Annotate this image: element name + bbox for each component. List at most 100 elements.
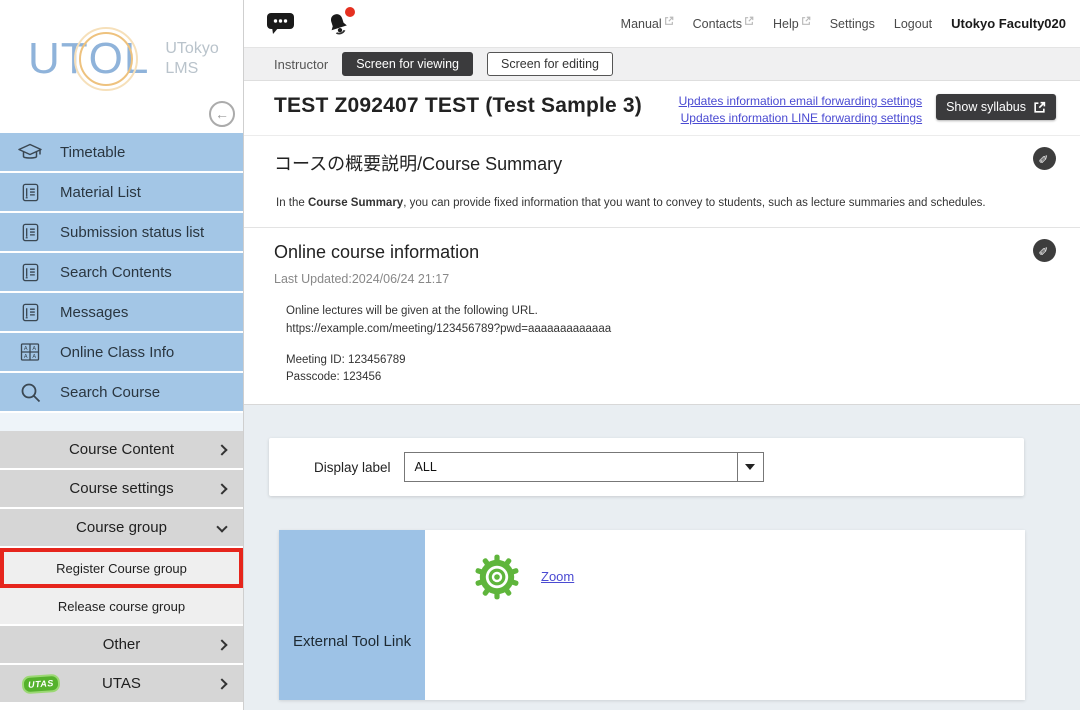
course-content-area: Display label ALL External Tool Link: [244, 405, 1080, 710]
sidebar-item-label: Course group: [76, 519, 167, 536]
online-info-line: Online lectures will be given at the fol…: [286, 303, 1050, 321]
sidebar-gap: [0, 413, 243, 431]
edit-course-summary-button[interactable]: ✎: [1033, 147, 1056, 170]
online-meeting-url: https://example.com/meeting/123456789?pw…: [286, 321, 1050, 339]
external-link-icon: [801, 16, 811, 26]
sidebar-item-search-course[interactable]: Search Course: [0, 373, 243, 413]
external-tool-link-content: Zoom: [425, 530, 1025, 700]
sidebar-item-label: Register Course group: [56, 561, 187, 576]
external-tool-link-label: External Tool Link: [279, 633, 425, 650]
select-dropdown-arrow[interactable]: [737, 453, 763, 481]
logout-link[interactable]: Logout: [894, 17, 932, 31]
sidebar-item-utas[interactable]: UTAS UTAS: [0, 665, 243, 704]
course-title: TEST Z092407 TEST (Test Sample 3): [274, 94, 679, 118]
top-bar: Manual Contacts Help Settings Logout Uto…: [244, 0, 1080, 48]
screen-mode-bar: Instructor Screen for viewing Screen for…: [244, 48, 1080, 81]
utas-logo-icon: UTAS: [21, 673, 60, 694]
search-icon: [15, 381, 45, 404]
display-label-card: Display label ALL: [269, 438, 1024, 496]
sidebar-item-label: Course settings: [69, 480, 173, 497]
help-link[interactable]: Help: [773, 17, 811, 31]
forwarding-links: Updates information email forwarding set…: [679, 94, 922, 125]
sidebar-item-label: Course Content: [69, 441, 174, 458]
external-link-icon: [664, 16, 674, 26]
main-content: Manual Contacts Help Settings Logout Uto…: [244, 0, 1080, 710]
sidebar-item-online-class-info[interactable]: AAAA Online Class Info: [0, 333, 243, 373]
show-syllabus-button[interactable]: Show syllabus: [936, 94, 1056, 120]
chevron-right-icon: [216, 444, 227, 455]
sidebar-item-label: Search Course: [60, 384, 160, 401]
sidebar-item-label: Search Contents: [60, 264, 172, 281]
contacts-link[interactable]: Contacts: [693, 17, 754, 31]
external-tool-link-row: External Tool Link: [279, 530, 1025, 700]
zoom-gear-icon: [473, 553, 521, 601]
logo-o-ring: O: [89, 34, 124, 84]
sidebar-item-release-course-group[interactable]: Release course group: [0, 588, 243, 626]
sidebar-item-other[interactable]: Other: [0, 626, 243, 665]
screen-for-editing-tab[interactable]: Screen for editing: [487, 52, 613, 76]
document-list-icon: [15, 262, 45, 283]
chevron-right-icon: [216, 678, 227, 689]
svg-text:A: A: [32, 346, 36, 352]
external-tool-link-panel: External Tool Link: [279, 530, 425, 700]
sidebar-item-messages[interactable]: Messages: [0, 293, 243, 333]
svg-text:A: A: [24, 354, 28, 360]
sidebar-item-label: Submission status list: [60, 224, 204, 241]
display-label-select[interactable]: ALL: [404, 452, 764, 482]
sidebar-item-course-content[interactable]: Course Content: [0, 431, 243, 470]
settings-link[interactable]: Settings: [830, 17, 875, 31]
course-summary-heading: コースの概要説明/Course Summary: [274, 150, 1050, 176]
sidebar-item-course-group[interactable]: Course group: [0, 509, 243, 548]
course-summary-section: コースの概要説明/Course Summary ✎ In the Course …: [244, 135, 1080, 227]
chevron-right-icon: [216, 639, 227, 650]
email-forwarding-settings-link[interactable]: Updates information email forwarding set…: [679, 94, 922, 108]
sidebar: UTOL UTokyo LMS ← Timetable Material Lis…: [0, 0, 244, 710]
chevron-right-icon: [216, 483, 227, 494]
sidebar-item-course-settings[interactable]: Course settings: [0, 470, 243, 509]
graduation-cap-icon: [15, 142, 45, 162]
svg-text:A: A: [32, 354, 36, 360]
document-list-icon: [15, 222, 45, 243]
sidebar-item-search-contents[interactable]: Search Contents: [0, 253, 243, 293]
sidebar-item-label: Timetable: [60, 144, 125, 161]
course-header: TEST Z092407 TEST (Test Sample 3) Update…: [244, 81, 1080, 135]
messages-bubble-icon[interactable]: [266, 11, 296, 36]
sidebar-collapse-button[interactable]: ←: [209, 101, 235, 127]
top-links: Manual Contacts Help Settings Logout Uto…: [621, 16, 1066, 31]
manual-link[interactable]: Manual: [621, 17, 674, 31]
username-label: Utokyo Faculty020: [951, 16, 1066, 31]
chevron-down-icon: [216, 521, 227, 532]
document-list-icon: [15, 302, 45, 323]
sidebar-item-register-course-group[interactable]: Register Course group: [0, 548, 243, 588]
external-link-icon: [1033, 101, 1046, 114]
utol-logo: UTOL UTokyo LMS: [28, 34, 219, 84]
screen-for-viewing-tab[interactable]: Screen for viewing: [342, 52, 473, 76]
notification-badge: [345, 7, 355, 17]
last-updated-label: Last Updated:2024/06/24 21:17: [274, 272, 1050, 286]
sidebar-item-label: Online Class Info: [60, 344, 174, 361]
online-course-info-heading: Online course information: [274, 242, 1050, 263]
online-course-info-body: Online lectures will be given at the fol…: [274, 303, 1050, 387]
document-list-icon: [15, 182, 45, 203]
sidebar-item-material-list[interactable]: Material List: [0, 173, 243, 213]
notification-bell-icon[interactable]: [324, 10, 352, 38]
sidebar-item-timetable[interactable]: Timetable: [0, 133, 243, 173]
meeting-id-label: Meeting ID: 123456789: [286, 352, 1050, 370]
online-course-info-section: Online course information ✎ Last Updated…: [244, 227, 1080, 405]
external-link-icon: [744, 16, 754, 26]
logo-area: UTOL UTokyo LMS ←: [0, 0, 243, 133]
utol-logo-text: UTOL: [28, 34, 149, 84]
sidebar-item-label: Material List: [60, 184, 141, 201]
sidebar-item-label: Release course group: [58, 599, 185, 614]
sidebar-item-label: Messages: [60, 304, 128, 321]
app-window: UTOL UTokyo LMS ← Timetable Material Lis…: [0, 0, 1080, 710]
edit-online-course-info-button[interactable]: ✎: [1033, 239, 1056, 262]
svg-text:A: A: [24, 346, 28, 352]
sidebar-item-submission-status[interactable]: Submission status list: [0, 213, 243, 253]
zoom-tool-link[interactable]: Zoom: [541, 569, 574, 584]
display-label-text: Display label: [314, 460, 391, 475]
passcode-label: Passcode: 123456: [286, 369, 1050, 387]
display-label-selected-value: ALL: [415, 460, 437, 474]
sidebar-footer: [0, 704, 243, 710]
line-forwarding-settings-link[interactable]: Updates information LINE forwarding sett…: [681, 111, 922, 125]
